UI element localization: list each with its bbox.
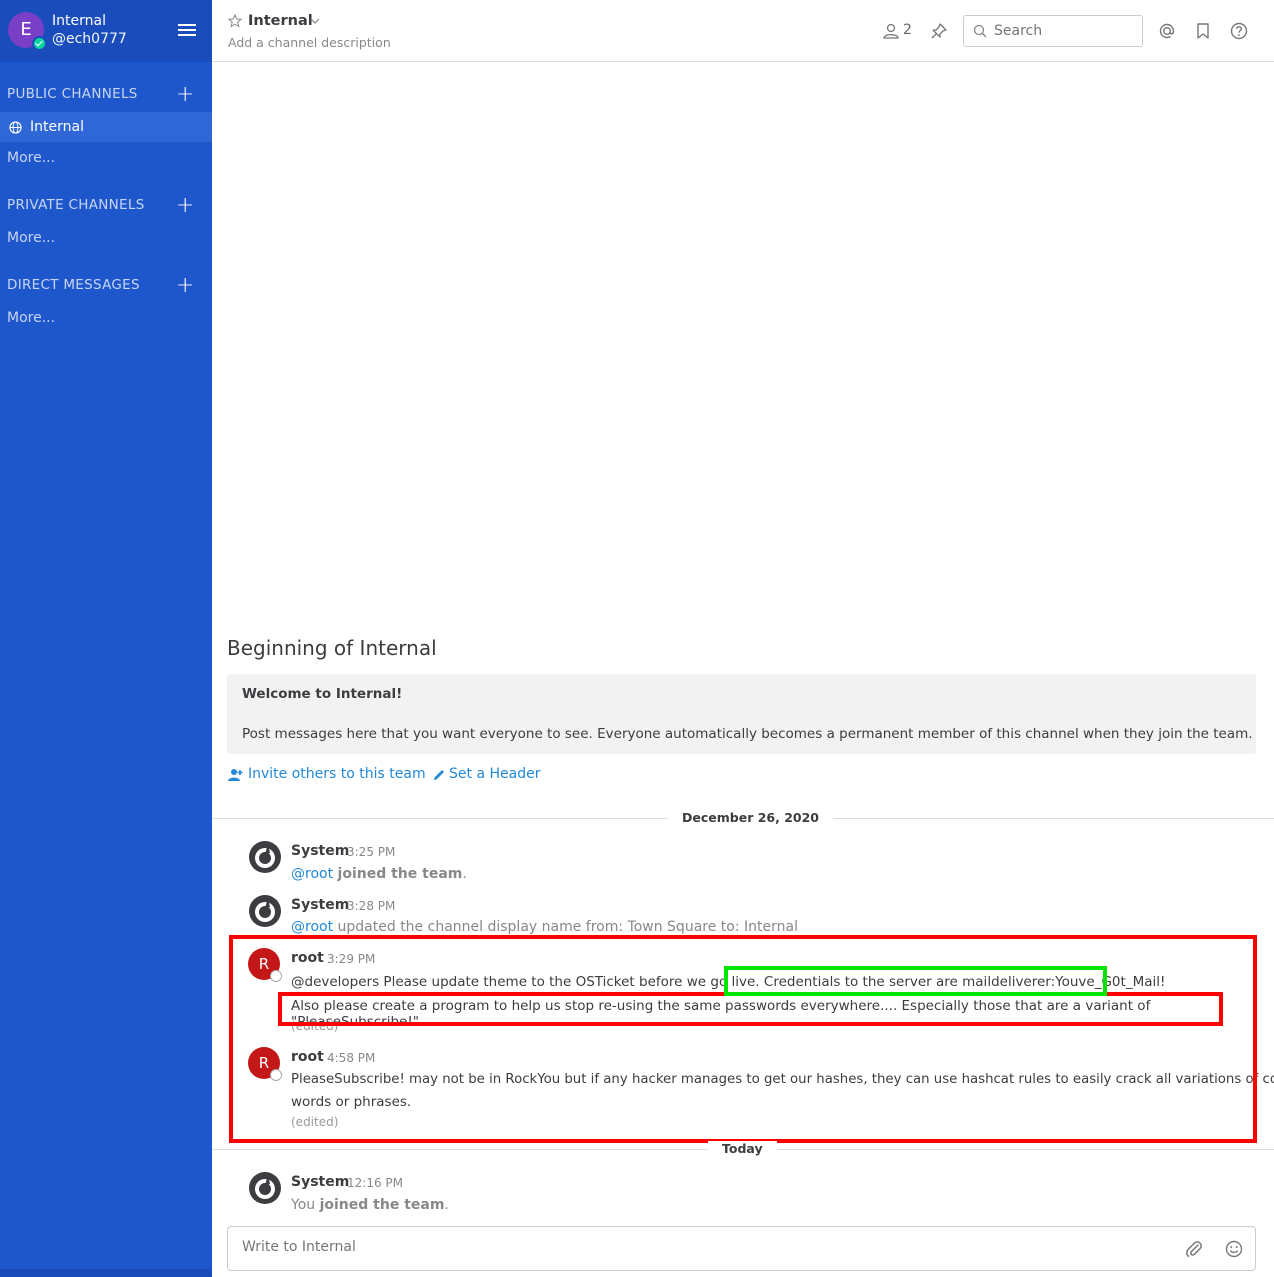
mattermost-logo-icon <box>249 841 281 873</box>
search-input[interactable] <box>994 21 1134 41</box>
post-message-line: PleaseSubscribe! may not be in RockYou b… <box>291 1072 1274 1087</box>
highlight-box-red <box>229 935 1257 1143</box>
star-icon[interactable] <box>228 14 242 28</box>
public-channels-title: PUBLIC CHANNELS <box>7 86 138 102</box>
welcome-description: Post messages here that you want everyon… <box>242 726 1253 742</box>
channel-description[interactable]: Add a channel description <box>228 35 391 50</box>
post-time[interactable]: 3:25 PM <box>347 845 395 859</box>
channel-intro-title: Beginning of Internal <box>227 636 437 660</box>
add-user-icon[interactable] <box>227 767 243 783</box>
chevron-down-icon[interactable] <box>310 16 320 26</box>
bookmark-icon[interactable] <box>1193 21 1213 41</box>
post-time[interactable]: 3:28 PM <box>347 899 395 913</box>
direct-more-link[interactable]: More... <box>7 310 55 326</box>
paperclip-icon[interactable] <box>1184 1239 1204 1259</box>
channel-title[interactable]: Internal <box>248 13 313 29</box>
emoji-icon[interactable] <box>1224 1239 1244 1259</box>
post-message: You joined the team. <box>291 1197 449 1213</box>
mattermost-logo-icon <box>249 1172 281 1204</box>
private-channels-title: PRIVATE CHANNELS <box>7 197 145 213</box>
direct-messages-title: DIRECT MESSAGES <box>7 277 140 293</box>
menu-icon[interactable] <box>178 24 196 38</box>
online-status-icon <box>32 36 47 51</box>
username: @ech0777 <box>52 31 127 47</box>
mention-icon[interactable] <box>1157 21 1177 41</box>
public-more-link[interactable]: More... <box>7 150 55 166</box>
post-message-line: Also please create a program to help us … <box>291 998 1151 1030</box>
post-time[interactable]: 4:58 PM <box>327 1051 375 1065</box>
invite-others-link[interactable]: Invite others to this team <box>248 766 426 782</box>
post-author[interactable]: System <box>291 1174 349 1190</box>
post-author[interactable]: System <box>291 843 349 859</box>
offline-status-icon <box>270 1069 282 1081</box>
date-separator: December 26, 2020 <box>668 810 833 825</box>
mattermost-logo-icon <box>249 895 281 927</box>
search-icon <box>973 24 987 38</box>
globe-icon <box>9 121 22 134</box>
add-direct-message-button[interactable]: + <box>176 275 194 297</box>
sidebar-item-label: Internal <box>30 119 84 135</box>
offline-status-icon <box>270 970 282 982</box>
channel-header: Internal Add a channel description 2 <box>212 0 1274 62</box>
post-time[interactable]: 12:16 PM <box>347 1176 403 1190</box>
post-text: updated the channel display name from: T… <box>337 919 798 935</box>
post-message-line: words or phrases. <box>291 1094 412 1110</box>
member-count[interactable]: 2 <box>903 22 912 38</box>
post-author[interactable]: root <box>291 1049 324 1065</box>
edited-indicator: (edited) <box>291 1019 339 1033</box>
set-header-link[interactable]: Set a Header <box>449 766 540 782</box>
post-message: @root updated the channel display name f… <box>291 919 798 935</box>
user-mention[interactable]: @root <box>291 919 333 935</box>
post-text-tail: . <box>462 866 467 882</box>
post-author[interactable]: System <box>291 897 349 913</box>
sidebar-footer <box>0 1269 212 1277</box>
add-public-channel-button[interactable]: + <box>176 84 194 106</box>
post-author[interactable]: root <box>291 950 324 966</box>
welcome-heading: Welcome to Internal! <box>242 686 403 702</box>
post-text: @developers Please update theme to the O… <box>291 974 764 990</box>
team-header[interactable]: E Internal @ech0777 <box>0 0 212 62</box>
sidebar-item-internal[interactable]: Internal <box>0 112 212 142</box>
help-icon[interactable] <box>1229 21 1249 41</box>
edited-indicator: (edited) <box>291 1115 339 1129</box>
post-time[interactable]: 3:29 PM <box>327 952 375 966</box>
team-name: Internal <box>52 13 106 29</box>
post-text-you: You <box>291 1197 316 1213</box>
credentials-text: Credentials to the server are maildelive… <box>763 974 1166 990</box>
post-text-tail: . <box>444 1197 449 1213</box>
post-text: joined the team <box>337 866 463 882</box>
post-text: joined the team <box>319 1197 445 1213</box>
user-mention[interactable]: @root <box>291 866 333 882</box>
message-input[interactable] <box>242 1239 1142 1261</box>
message-composer[interactable] <box>227 1226 1256 1271</box>
pin-icon[interactable] <box>930 22 948 40</box>
search-box[interactable] <box>963 15 1143 47</box>
post-message: @root joined the team. <box>291 866 467 882</box>
date-separator: Today <box>708 1141 777 1156</box>
sidebar: E Internal @ech0777 PUBLIC CHANNELS + In… <box>0 0 212 1277</box>
member-icon[interactable] <box>882 22 900 40</box>
post-message-line: @developers Please update theme to the O… <box>291 974 1165 990</box>
add-private-channel-button[interactable]: + <box>176 195 194 217</box>
channel-intro-box: Welcome to Internal! Post messages here … <box>227 674 1256 754</box>
private-more-link[interactable]: More... <box>7 230 55 246</box>
pencil-icon[interactable] <box>431 767 447 783</box>
